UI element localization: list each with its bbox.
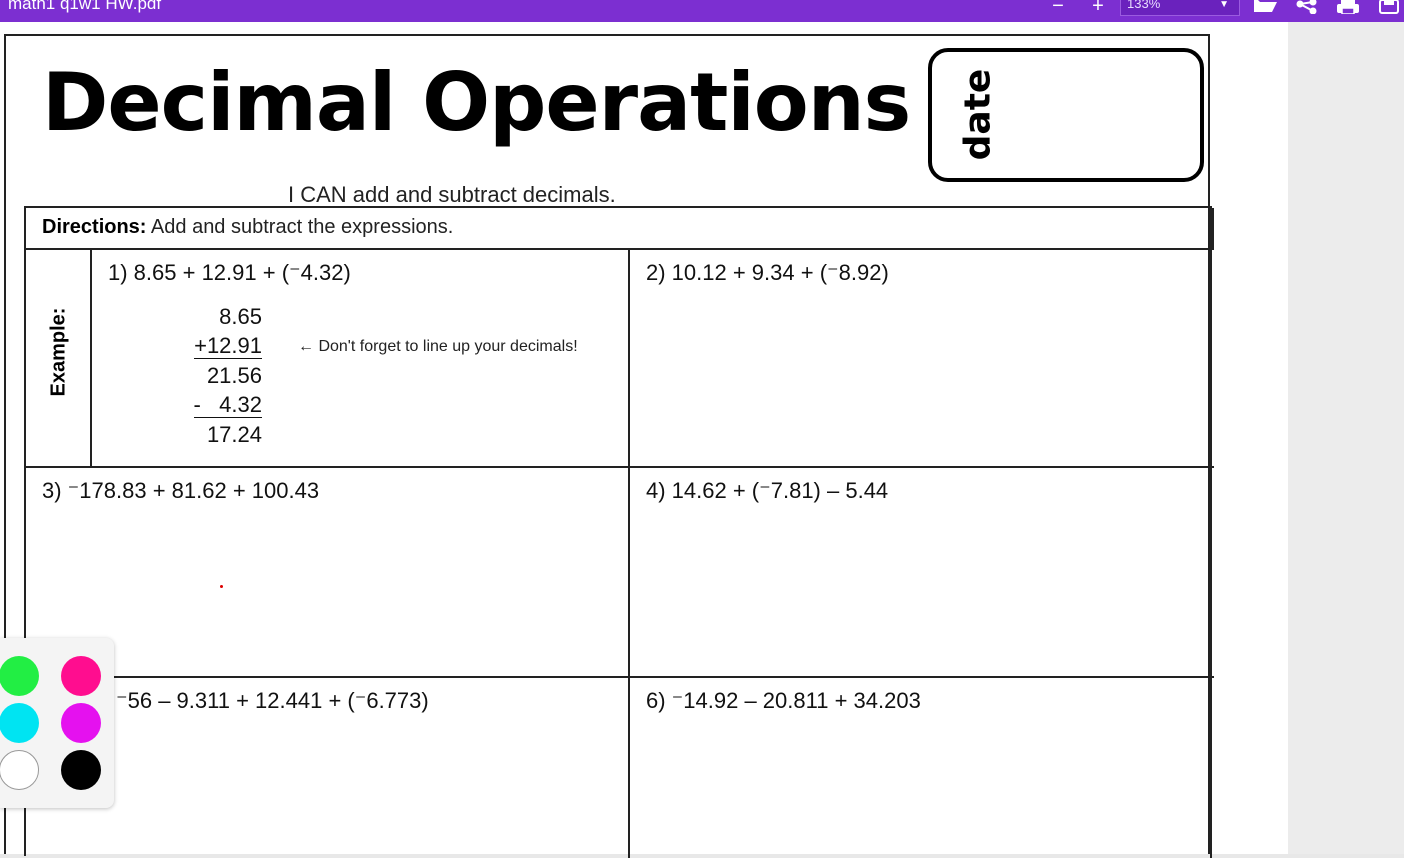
share-icon[interactable] xyxy=(1296,0,1318,14)
color-swatch-magenta[interactable] xyxy=(61,703,101,743)
problem-6: 6) ⁻14.92 – 20.811 + 34.203 xyxy=(646,688,921,713)
problem-2: 2) 10.12 + 9.34 + (⁻8.92) xyxy=(646,260,889,285)
work-line: +12.91 xyxy=(194,333,262,359)
annotation-dot xyxy=(220,585,223,588)
pdf-page: Decimal Operations I CAN add and subtrac… xyxy=(4,34,1214,858)
problem-3: 3) ⁻178.83 + 81.62 + 100.43 xyxy=(42,478,320,503)
color-swatch-cyan[interactable] xyxy=(0,703,39,743)
work-line: 8.65 xyxy=(219,304,262,329)
worksheet-subtitle: I CAN add and subtract decimals. xyxy=(288,182,616,207)
print-icon[interactable] xyxy=(1336,0,1360,14)
zoom-value: 133% xyxy=(1127,0,1161,11)
row-divider-1 xyxy=(26,466,1214,468)
color-swatch-black[interactable] xyxy=(61,750,101,790)
zoom-in-button[interactable]: + xyxy=(1088,0,1108,22)
directions-text: Add and subtract the expressions. xyxy=(146,216,454,238)
directions-label: Directions: xyxy=(42,216,147,238)
example-note: ← Don't forget to line up your decimals! xyxy=(298,338,578,355)
problem-1: 1) 8.65 + 12.91 + (⁻4.32) xyxy=(108,260,351,285)
color-swatch-pink[interactable] xyxy=(61,656,101,696)
document-title: math1 q1w1 HW.pdf xyxy=(8,0,162,13)
color-swatch-white[interactable] xyxy=(0,750,39,790)
date-label: date xyxy=(957,68,999,161)
date-box: date xyxy=(928,48,1204,182)
directions: Directions: Add and subtract the express… xyxy=(26,208,1214,250)
folder-open-icon[interactable] xyxy=(1252,0,1278,14)
zoom-select[interactable]: 133% ▼ xyxy=(1120,0,1240,16)
viewer-toolbar: math1 q1w1 HW.pdf − + 133% ▼ xyxy=(0,0,1404,22)
problem-4: 4) 14.62 + (⁻7.81) – 5.44 xyxy=(646,478,889,503)
work-line: - 4.32 xyxy=(193,392,262,418)
problem-5: ⁻56 – 9.311 + 12.441 + (⁻6.773) xyxy=(116,688,429,713)
work-line: 17.24 xyxy=(206,422,262,447)
column-divider xyxy=(628,250,630,858)
problem-grid: Directions: Add and subtract the express… xyxy=(24,206,1214,858)
chevron-down-icon: ▼ xyxy=(1219,0,1229,10)
example-label: Example: xyxy=(47,307,70,397)
save-icon[interactable] xyxy=(1378,0,1400,14)
example-divider xyxy=(90,250,92,468)
row-divider-2 xyxy=(26,676,1214,678)
work-line: 21.56 xyxy=(206,363,262,388)
color-swatch-green[interactable] xyxy=(0,656,39,696)
right-border xyxy=(1210,208,1212,858)
color-palette xyxy=(0,638,114,808)
viewer-margin xyxy=(1288,22,1404,854)
worksheet-title: Decimal Operations xyxy=(42,56,911,149)
zoom-out-button[interactable]: − xyxy=(1048,0,1068,22)
